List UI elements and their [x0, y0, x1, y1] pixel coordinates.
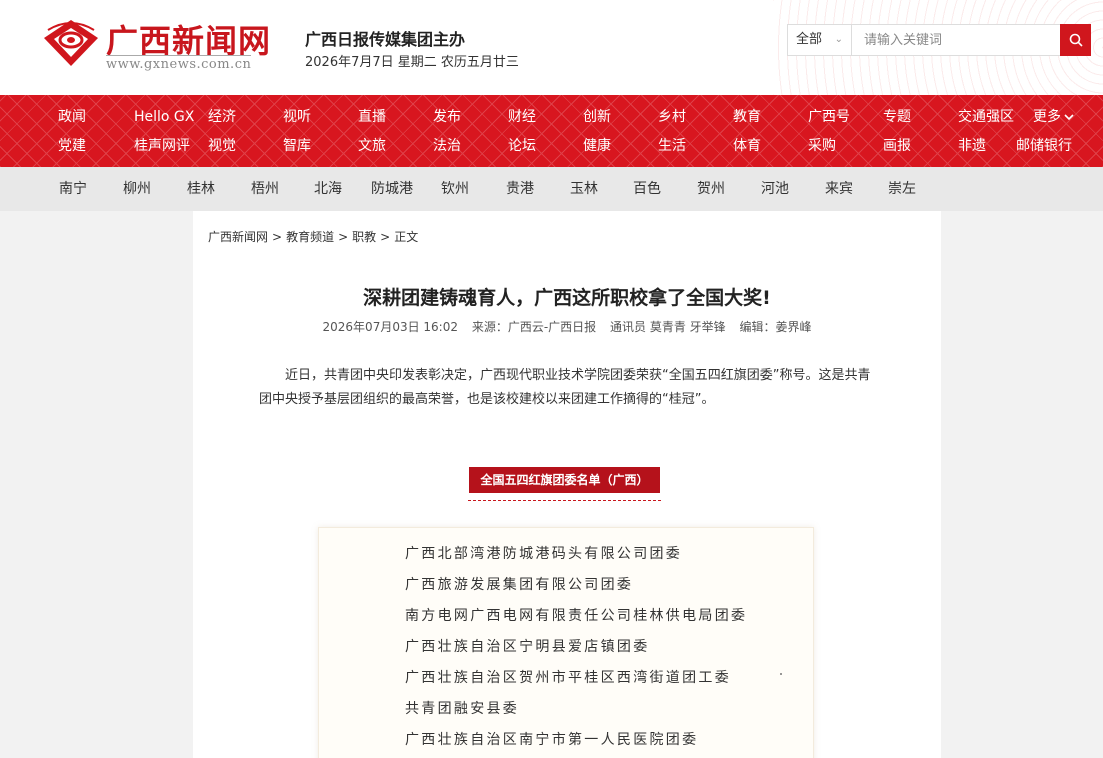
article-title: 深耕团建铸魂育人，广西这所职校拿了全国大奖!	[363, 287, 771, 309]
search-button[interactable]	[1060, 24, 1091, 56]
nav-more-label: 更多	[1033, 109, 1061, 125]
city-item[interactable]: 贵港	[506, 167, 534, 211]
search-scope-value: 全部	[796, 32, 823, 47]
breadcrumb-item[interactable]: 广西新闻网	[208, 230, 268, 244]
nav-item[interactable]: 法治	[433, 132, 461, 160]
breadcrumb-separator: >	[272, 230, 283, 244]
list-item: 广西壮族自治区宁明县爱店镇团委	[405, 639, 650, 655]
city-item[interactable]: 百色	[633, 167, 661, 211]
city-item[interactable]: 贺州	[697, 167, 725, 211]
nav-row-2: 党建 桂声网评 视觉 智库 文旅 法治 论坛 健康 生活 体育 采购 画报 非遗…	[0, 132, 1103, 160]
breadcrumb-current: 正文	[394, 230, 419, 244]
list-item: 共青团融安县委	[405, 701, 520, 717]
breadcrumb-item[interactable]: 教育频道	[286, 230, 334, 244]
list-item: 广西壮族自治区南宁市第一人民医院团委	[405, 732, 699, 748]
nav-item[interactable]: 非遗	[958, 132, 986, 160]
nav-item[interactable]: 直播	[358, 103, 386, 131]
city-item[interactable]: 来宾	[825, 167, 853, 211]
article-source: 来源：广西云-广西日报	[471, 320, 597, 334]
nav-item[interactable]: 发布	[433, 103, 461, 131]
nav-item[interactable]: 广西号	[808, 103, 850, 131]
main-nav: 政闻 Hello GX 经济 视听 直播 发布 财经 创新 乡村 教育 广西号 …	[0, 95, 1103, 167]
breadcrumb-separator: >	[380, 230, 391, 244]
city-item[interactable]: 钦州	[441, 167, 469, 211]
breadcrumb-item[interactable]: 职教	[352, 230, 376, 244]
search-box: 全部 ⌄	[787, 24, 1091, 56]
search-icon	[1069, 33, 1083, 47]
nav-item[interactable]: 智库	[283, 132, 311, 160]
list-item: 广西北部湾港防城港码头有限公司团委	[405, 546, 683, 562]
list-heading: 全国五四红旗团委名单（广西）	[468, 467, 661, 501]
city-item[interactable]: 防城港	[371, 167, 413, 211]
image-speck	[780, 673, 782, 675]
nav-row-1: 政闻 Hello GX 经济 视听 直播 发布 财经 创新 乡村 教育 广西号 …	[0, 103, 1103, 131]
city-nav: 南宁 柳州 桂林 梧州 北海 防城港 钦州 贵港 玉林 百色 贺州 河池 来宾 …	[0, 167, 1103, 211]
nav-item[interactable]: Hello GX	[134, 103, 194, 131]
publish-time: 2026年07月03日 16:02	[322, 320, 458, 334]
article-paragraph: 近日，共青团中央印发表彰决定，广西现代职业技术学院团委荣获“全国五四红旗团委”称…	[259, 368, 871, 407]
publisher-org: 广西日报传媒集团主办	[305, 30, 466, 49]
city-item[interactable]: 桂林	[187, 167, 215, 211]
city-item[interactable]: 崇左	[888, 167, 916, 211]
search-input[interactable]	[852, 25, 1062, 55]
list-item: 南方电网广西电网有限责任公司桂林供电局团委	[405, 608, 748, 624]
nav-item[interactable]: 经济	[208, 103, 236, 131]
nav-item[interactable]: 财经	[508, 103, 536, 131]
nav-item[interactable]: 政闻	[58, 103, 86, 131]
search-scope-select[interactable]: 全部 ⌄	[788, 25, 852, 55]
nav-item[interactable]: 视觉	[208, 132, 236, 160]
article-container: 广西新闻网 > 教育频道 > 职教 > 正文 深耕团建铸魂育人，广西这所职校拿了全国大奖! …	[193, 211, 941, 758]
article-reporter: 通讯员 莫青青 牙举锋	[610, 320, 726, 334]
nav-item[interactable]: 乡村	[658, 103, 686, 131]
city-item[interactable]: 北海	[314, 167, 342, 211]
city-item[interactable]: 玉林	[570, 167, 598, 211]
honor-list-image: 广西北部湾港防城港码头有限公司团委 广西旅游发展集团有限公司团委 南方电网广西电…	[318, 527, 814, 758]
breadcrumb: 广西新闻网 > 教育频道 > 职教 > 正文	[208, 228, 418, 245]
nav-item[interactable]: 交通强区	[958, 103, 1014, 131]
list-heading-badge: 全国五四红旗团委名单（广西）	[469, 467, 660, 493]
article-meta: 2026年07月03日 16:02 来源：广西云-广西日报 通讯员 莫青青 牙举…	[193, 318, 941, 335]
list-item: 广西旅游发展集团有限公司团委	[405, 577, 634, 593]
nav-item[interactable]: 画报	[883, 132, 911, 160]
nav-item[interactable]: 健康	[583, 132, 611, 160]
nav-item[interactable]: 邮储银行	[1016, 132, 1072, 160]
nav-item[interactable]: 桂声网评	[134, 132, 190, 160]
list-item: 广西壮族自治区贺州市平桂区西湾街道团工委	[405, 670, 731, 686]
nav-item[interactable]: 教育	[733, 103, 761, 131]
logo-url: www.gxnews.com.cn	[106, 55, 252, 72]
breadcrumb-separator: >	[338, 230, 349, 244]
nav-more-button[interactable]: 更多	[1033, 103, 1074, 131]
nav-item[interactable]: 文旅	[358, 132, 386, 160]
city-item[interactable]: 梧州	[251, 167, 279, 211]
city-item[interactable]: 南宁	[59, 167, 87, 211]
nav-item[interactable]: 专题	[883, 103, 911, 131]
nav-item[interactable]: 采购	[808, 132, 836, 160]
nav-item[interactable]: 创新	[583, 103, 611, 131]
nav-item[interactable]: 党建	[58, 132, 86, 160]
article-editor: 编辑：姜界峰	[739, 320, 812, 334]
nav-item[interactable]: 体育	[733, 132, 761, 160]
nav-item[interactable]: 生活	[658, 132, 686, 160]
nav-item[interactable]: 论坛	[508, 132, 536, 160]
nav-item[interactable]: 视听	[283, 103, 311, 131]
chevron-down-icon	[1064, 114, 1074, 121]
current-date: 2026年7月7日 星期二 农历五月廿三	[305, 55, 519, 70]
logo-icon	[44, 20, 98, 66]
city-item[interactable]: 柳州	[123, 167, 151, 211]
site-header: 广西新闻网 www.gxnews.com.cn 广西日报传媒集团主办 2026年…	[0, 0, 1103, 95]
chevron-down-icon: ⌄	[834, 34, 843, 45]
site-logo[interactable]: 广西新闻网 www.gxnews.com.cn	[42, 14, 282, 74]
city-item[interactable]: 河池	[761, 167, 789, 211]
